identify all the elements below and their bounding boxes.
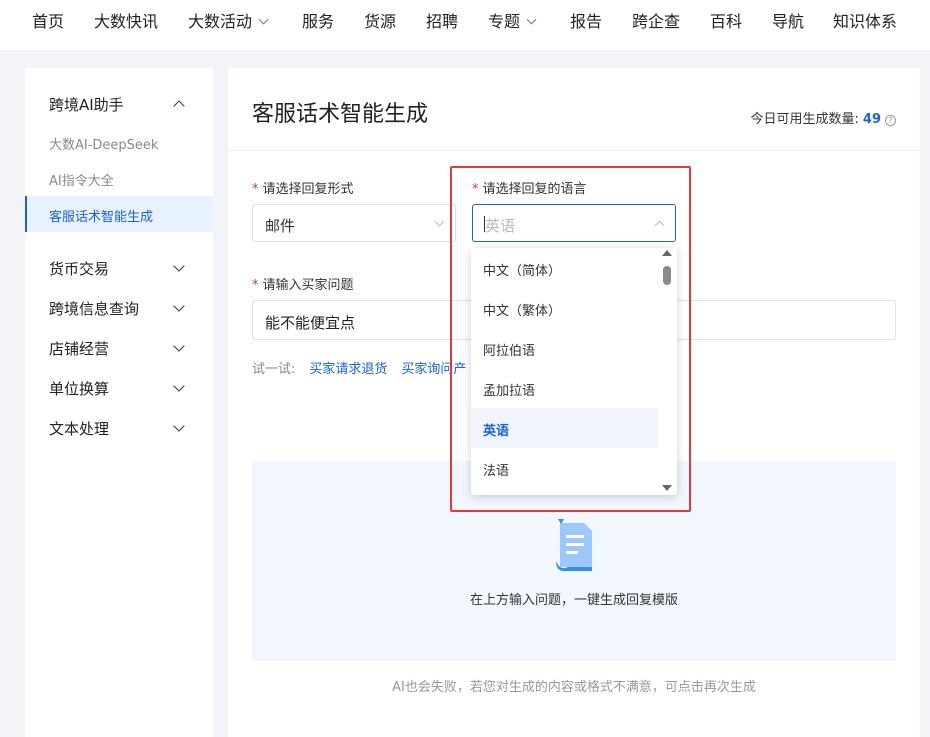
question-input-value: 能不能便宜点 [265, 314, 356, 332]
nav-item-events[interactable]: 大数活动 [188, 8, 269, 32]
sidebar-group-info-query[interactable]: 跨境信息查询 [49, 298, 139, 319]
chevron-down-icon[interactable] [173, 380, 185, 392]
sidebar-group-label: 跨境信息查询 [49, 300, 140, 318]
sidebar-group-currency[interactable]: 货币交易 [49, 258, 109, 279]
nav-item-label: 货源 [364, 12, 397, 31]
language-dropdown: 中文（简体） 中文（繁体） 阿拉伯语 孟加拉语 英语 法语 [471, 248, 677, 495]
reply-format-value: 邮件 [265, 217, 296, 235]
nav-item-wiki[interactable]: 百科 [710, 8, 742, 32]
sidebar-item-label: 大数AI-DeepSeek [49, 138, 159, 153]
option-label: 阿拉伯语 [483, 344, 536, 359]
language-label-text: 请选择回复的语言 [482, 182, 587, 197]
chevron-up-icon [654, 220, 665, 231]
help-icon[interactable]: ? [885, 115, 896, 126]
reply-format-select[interactable]: 邮件 [252, 204, 456, 242]
nav-item-supply[interactable]: 货源 [364, 8, 396, 32]
try-label: 试一试: [252, 362, 296, 377]
scroll-down-arrow-icon[interactable] [662, 485, 672, 491]
question-label-text: 请输入买家问题 [262, 278, 354, 293]
scroll-up-arrow-icon[interactable] [662, 250, 672, 256]
sidebar: 跨境AI助手 大数AI-DeepSeek AI指令大全 客服话术智能生成 货币交… [25, 68, 213, 737]
sidebar-group-unit-conversion[interactable]: 单位换算 [49, 378, 109, 399]
nav-item-label: 专题 [488, 12, 521, 31]
nav-item-label: 百科 [710, 12, 743, 31]
language-select[interactable]: 英语 [472, 204, 676, 242]
language-option-arabic[interactable]: 阿拉伯语 [471, 328, 658, 368]
sidebar-item-deepseek[interactable]: 大数AI-DeepSeek [49, 134, 158, 153]
page-title: 客服话术智能生成 [252, 102, 429, 127]
sidebar-group-label: 货币交易 [49, 260, 110, 278]
quota-value: 49 [862, 112, 881, 127]
chevron-down-icon[interactable] [173, 300, 185, 312]
try-examples: 试一试: 买家请求退货 买家询问产 [252, 358, 466, 377]
sidebar-item-label: 客服话术智能生成 [49, 210, 154, 225]
language-option-zh-simplified[interactable]: 中文（简体） [471, 248, 658, 288]
chevron-down-icon [434, 216, 445, 227]
nav-item-home[interactable]: 首页 [32, 8, 64, 32]
language-option-bengali[interactable]: 孟加拉语 [471, 368, 658, 408]
top-nav: 首页 大数快讯 大数活动 服务 货源 招聘 专题 报告 跨企查 百科 导航 知识… [0, 0, 930, 50]
option-label: 中文（繁体） [483, 304, 562, 319]
sidebar-group-label: 单位换算 [49, 380, 110, 398]
example-link-return[interactable]: 买家请求退货 [309, 362, 387, 377]
nav-item-label: 招聘 [426, 12, 459, 31]
language-option-french[interactable]: 法语 [471, 448, 658, 488]
scrollbar-thumb[interactable] [663, 266, 671, 285]
nav-item-company[interactable]: 跨企查 [632, 8, 680, 32]
empty-state-text: 在上方输入问题，一键生成回复模版 [469, 593, 678, 608]
option-label: 孟加拉语 [483, 384, 536, 399]
sidebar-group-ai-assistant[interactable]: 跨境AI助手 [49, 94, 124, 115]
divider [228, 150, 920, 151]
sidebar-group-store[interactable]: 店铺经营 [49, 338, 109, 359]
sidebar-item-label: AI指令大全 [49, 174, 114, 189]
chevron-down-icon [526, 14, 537, 25]
nav-item-knowledge[interactable]: 知识体系 [833, 8, 897, 32]
chevron-up-icon[interactable] [173, 100, 185, 112]
nav-item-label: 跨企查 [632, 12, 681, 31]
required-mark: * [252, 182, 259, 197]
sidebar-group-text-processing[interactable]: 文本处理 [49, 418, 109, 439]
nav-item-label: 知识体系 [833, 12, 898, 31]
nav-item-navigation[interactable]: 导航 [772, 8, 804, 32]
document-icon [556, 519, 592, 571]
option-label: 中文（简体） [483, 264, 562, 279]
example-link-inquiry[interactable]: 买家询问产 [401, 362, 466, 377]
chevron-down-icon [258, 14, 269, 25]
language-option-english[interactable]: 英语 [471, 408, 658, 448]
sidebar-group-label: 店铺经营 [49, 340, 110, 358]
language-select-placeholder: 英语 [485, 217, 516, 235]
option-label: 法语 [483, 464, 510, 479]
language-label: * 请选择回复的语言 [472, 178, 587, 197]
nav-item-label: 大数活动 [188, 12, 253, 31]
nav-item-reports[interactable]: 报告 [570, 8, 602, 32]
reply-format-label-text: 请选择回复形式 [262, 182, 354, 197]
question-label: * 请输入买家问题 [252, 274, 354, 293]
sidebar-item-ai-prompts[interactable]: AI指令大全 [49, 170, 114, 189]
footer-note: AI也会失败，若您对生成的内容或格式不满意，可点击再次生成 [392, 680, 756, 695]
nav-item-label: 首页 [32, 12, 65, 31]
required-mark: * [252, 278, 259, 293]
reply-format-label: * 请选择回复形式 [252, 178, 354, 197]
quota-label: 今日可用生成数量: [750, 112, 859, 127]
language-option-zh-traditional[interactable]: 中文（繁体） [471, 288, 658, 328]
nav-item-label: 服务 [302, 12, 335, 31]
nav-item-label: 大数快讯 [94, 12, 159, 31]
chevron-down-icon[interactable] [173, 340, 185, 352]
chevron-down-icon[interactable] [173, 420, 185, 432]
sidebar-item-customer-service-script[interactable]: 客服话术智能生成 [25, 196, 213, 232]
nav-item-jobs[interactable]: 招聘 [426, 8, 458, 32]
nav-item-label: 报告 [570, 12, 603, 31]
nav-item-services[interactable]: 服务 [302, 8, 334, 32]
chevron-down-icon[interactable] [173, 260, 185, 272]
quota-info: 今日可用生成数量: 49? [751, 108, 896, 127]
required-mark: * [472, 182, 479, 197]
nav-item-news[interactable]: 大数快讯 [94, 8, 158, 32]
option-label: 英语 [483, 424, 510, 439]
nav-item-topics[interactable]: 专题 [488, 8, 537, 32]
sidebar-group-label: 文本处理 [49, 420, 110, 438]
sidebar-group-label: 跨境AI助手 [49, 96, 124, 114]
nav-item-label: 导航 [772, 12, 805, 31]
